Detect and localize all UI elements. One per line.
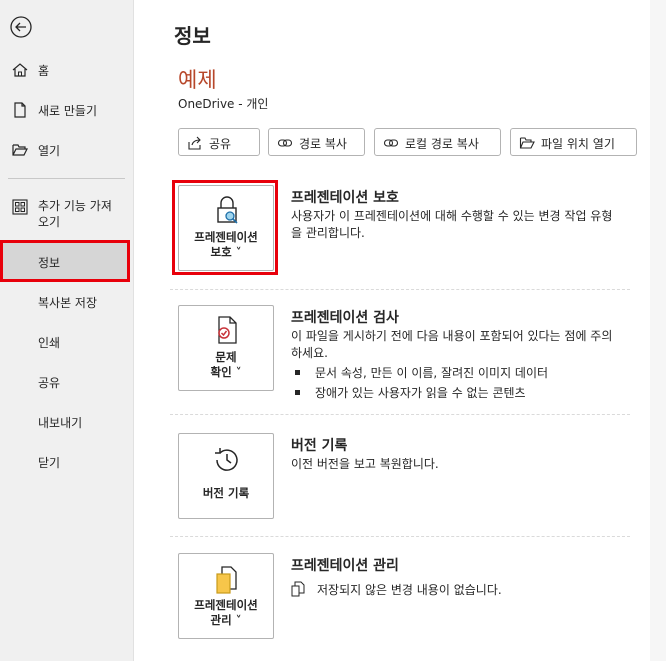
copy-path-label: 경로 복사 (299, 137, 347, 151)
document-location: OneDrive - 개인 (178, 97, 269, 111)
link-icon (277, 135, 293, 151)
sidebar-item-print[interactable]: 인쇄 (0, 322, 133, 362)
document-name: 예제 (178, 68, 217, 92)
sidebar-item-share[interactable]: 공유 (0, 362, 133, 402)
sidebar-item-open[interactable]: 열기 (0, 130, 133, 170)
protect-title: 프레젠테이션 보호 (291, 190, 399, 206)
sidebar-item-save-copy[interactable]: 복사본 저장 (0, 282, 133, 322)
manage-description: 저장되지 않은 변경 내용이 없습니다. (317, 583, 502, 597)
sidebar-item-label: 열기 (38, 143, 61, 158)
open-file-location-button[interactable]: 파일 위치 열기 (510, 128, 637, 156)
manage-presentation-button[interactable]: 프레젠테이션 관리 ˅ (178, 553, 274, 639)
check-issues-line1: 문제 (215, 350, 237, 364)
manage-button-line2: 관리 ˅ (210, 613, 242, 627)
window-edge (650, 0, 666, 661)
share-button[interactable]: 공유 (178, 128, 260, 156)
copy-local-path-button[interactable]: 로컬 경로 복사 (374, 128, 501, 156)
history-clock-icon (211, 444, 243, 476)
folder-open-icon (519, 135, 535, 151)
sidebar-item-info[interactable]: 정보 (0, 240, 130, 282)
sidebar-item-get-addins[interactable]: 추가 기능 가져오기 (0, 192, 133, 238)
copy-local-path-label: 로컬 경로 복사 (405, 137, 479, 151)
manage-document-icon (211, 564, 243, 596)
sidebar-item-label: 인쇄 (38, 335, 61, 350)
section-divider (170, 414, 630, 415)
link-icon (383, 135, 399, 151)
sidebar-item-close[interactable]: 닫기 (0, 442, 133, 482)
open-file-location-label: 파일 위치 열기 (541, 137, 615, 151)
sidebar-item-label: 공유 (38, 375, 61, 390)
copy-path-button[interactable]: 경로 복사 (268, 128, 365, 156)
manage-button-line1: 프레젠테이션 (194, 598, 258, 612)
highlight-protect (172, 180, 278, 275)
share-button-label: 공유 (209, 137, 232, 151)
sidebar-item-new[interactable]: 새로 만들기 (0, 90, 133, 130)
page-title: 정보 (174, 24, 211, 48)
backstage-sidebar: 홈 새로 만들기 열기 추가 기능 가져오기 정보 복사본 저장 인쇄 공유 내… (0, 0, 134, 661)
manage-title: 프레젠테이션 관리 (291, 558, 399, 574)
document-icon (291, 581, 305, 597)
back-arrow-icon[interactable] (8, 14, 34, 40)
sidebar-divider (8, 178, 125, 179)
sidebar-item-label: 새로 만들기 (38, 103, 98, 118)
inspect-title: 프레젠테이션 검사 (291, 310, 399, 326)
sidebar-item-label: 추가 기능 가져오기 (38, 199, 112, 229)
history-description: 이전 버전을 보고 복원합니다. (291, 457, 439, 471)
sidebar-item-export[interactable]: 내보내기 (0, 402, 133, 442)
check-issues-line2: 확인 ˅ (210, 365, 242, 379)
sidebar-item-label: 홈 (38, 63, 50, 78)
sidebar-item-label: 복사본 저장 (38, 295, 98, 310)
new-document-icon (11, 101, 29, 119)
sidebar-item-label: 닫기 (38, 455, 61, 470)
check-issues-button[interactable]: 문제 확인 ˅ (178, 305, 274, 391)
section-divider (170, 289, 630, 290)
folder-open-icon (11, 141, 29, 159)
addins-grid-icon (11, 198, 29, 216)
sidebar-item-label: 내보내기 (38, 415, 83, 430)
protect-description: 사용자가 이 프레젠테이션에 대해 수행할 수 있는 변경 작업 유형을 관리합… (291, 209, 613, 240)
sidebar-item-label: 정보 (38, 256, 61, 270)
inspect-document-icon (211, 314, 243, 346)
version-history-button[interactable]: 버전 기록 (178, 433, 274, 519)
history-title: 버전 기록 (291, 438, 348, 454)
home-icon (11, 61, 29, 79)
inspect-description: 이 파일을 게시하기 전에 다음 내용이 포함되어 있다는 점에 주의하세요. (291, 329, 613, 360)
share-icon (187, 135, 203, 151)
section-divider (170, 536, 630, 537)
sidebar-item-home[interactable]: 홈 (0, 50, 133, 90)
version-history-label: 버전 기록 (202, 486, 250, 500)
